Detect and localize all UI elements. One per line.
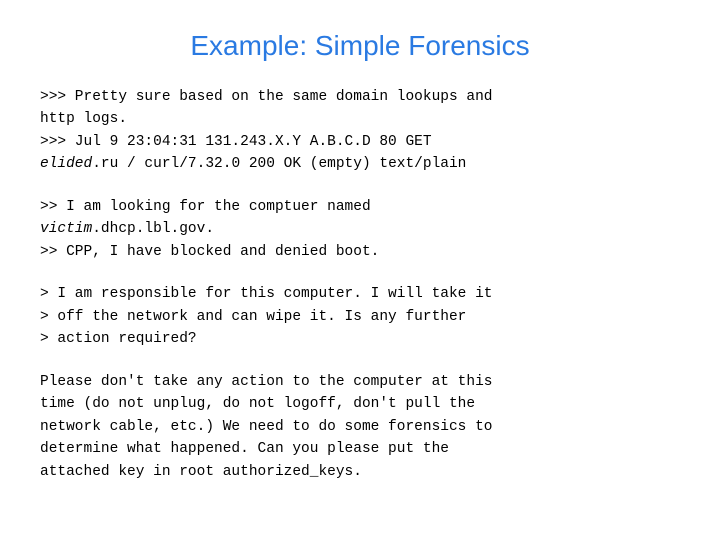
block1-line4-rest: .ru / curl/7.32.0 200 OK (empty) text/pl… [92, 156, 466, 172]
block2-line2: victim.dhcp.lbl.gov. [40, 218, 680, 240]
block1-line3: >>> Jul 9 23:04:31 131.243.X.Y A.B.C.D 8… [40, 131, 680, 153]
block1-line1: >>> Pretty sure based on the same domain… [40, 86, 680, 108]
block4-line1: Please don't take any action to the comp… [40, 371, 680, 393]
block2-line1: >> I am looking for the comptuer named [40, 196, 680, 218]
block1-line2: http logs. [40, 108, 680, 130]
block1-line4-italic: elided [40, 156, 92, 172]
block-3: > I am responsible for this computer. I … [40, 283, 680, 350]
block3-line2: > off the network and can wipe it. Is an… [40, 306, 680, 328]
block4-line2: time (do not unplug, do not logoff, don'… [40, 393, 680, 415]
block2-line2-rest: .dhcp.lbl.gov. [92, 221, 214, 237]
page-title: Example: Simple Forensics [40, 30, 680, 62]
block3-line3: > action required? [40, 328, 680, 350]
block2-line2-italic: victim [40, 221, 92, 237]
block1-line4: elided.ru / curl/7.32.0 200 OK (empty) t… [40, 153, 680, 175]
block-1: >>> Pretty sure based on the same domain… [40, 86, 680, 176]
block3-line1: > I am responsible for this computer. I … [40, 283, 680, 305]
block4-line4: determine what happened. Can you please … [40, 438, 680, 460]
block2-line3: >> CPP, I have blocked and denied boot. [40, 241, 680, 263]
main-content: >>> Pretty sure based on the same domain… [40, 86, 680, 483]
block-2: >> I am looking for the comptuer named v… [40, 196, 680, 263]
block-4: Please don't take any action to the comp… [40, 371, 680, 483]
block4-line5: attached key in root authorized_keys. [40, 461, 680, 483]
block4-line3: network cable, etc.) We need to do some … [40, 416, 680, 438]
